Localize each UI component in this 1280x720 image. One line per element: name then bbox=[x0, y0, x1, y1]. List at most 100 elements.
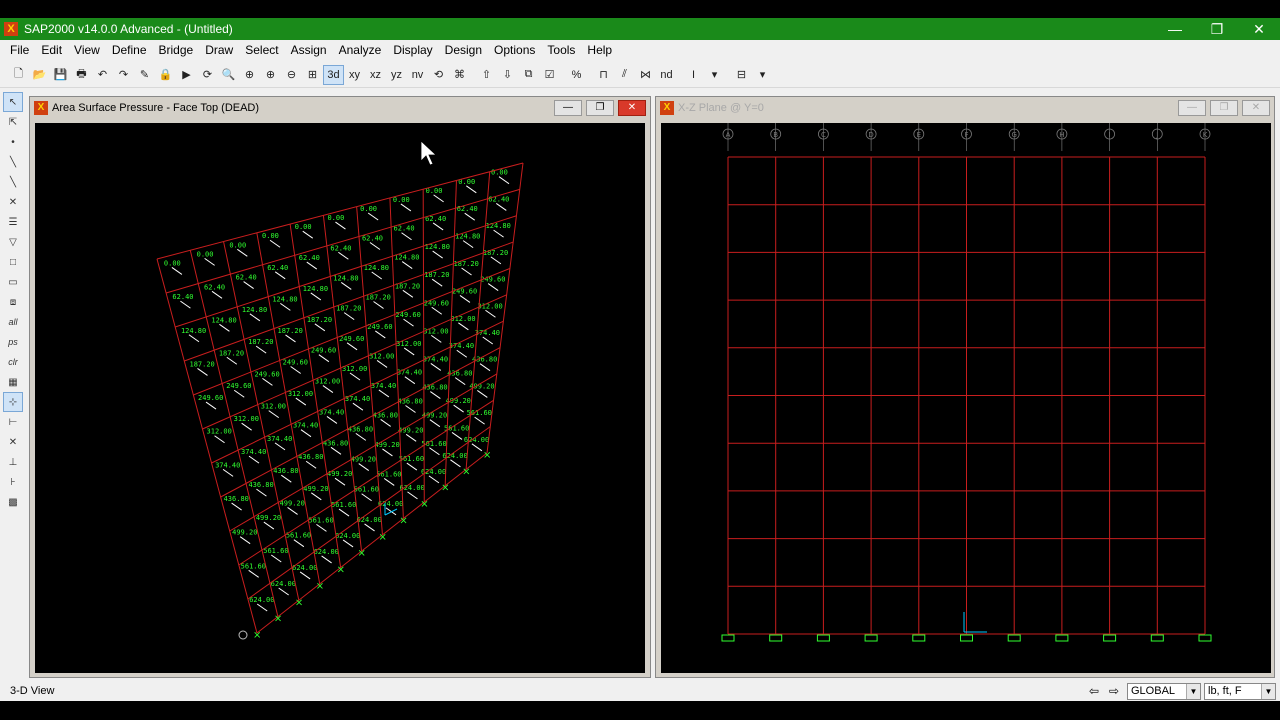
quick-frame-icon[interactable]: ╲ bbox=[3, 172, 23, 192]
run-analysis-icon[interactable]: ▶ bbox=[176, 65, 197, 85]
support-marker: ⨯ bbox=[253, 630, 261, 641]
arrow-down-icon[interactable]: ⇩ bbox=[497, 65, 518, 85]
select-region-icon[interactable]: ⧉ bbox=[518, 65, 539, 85]
pressure-label: 624.00 bbox=[357, 516, 382, 524]
pointer-icon[interactable]: ↖ bbox=[3, 92, 23, 112]
quick-brace-icon[interactable]: ✕ bbox=[3, 192, 23, 212]
pressure-label: 499.20 bbox=[398, 426, 423, 434]
draw-poly-area-icon[interactable]: ▽ bbox=[3, 232, 23, 252]
draw-point-icon[interactable]: • bbox=[3, 132, 23, 152]
minimize-button[interactable]: — bbox=[1154, 21, 1196, 37]
pane-close-button[interactable]: ✕ bbox=[1242, 100, 1270, 116]
menu-define[interactable]: Define bbox=[106, 43, 153, 57]
percent-icon[interactable]: % bbox=[566, 65, 587, 85]
display-icon[interactable]: ⊟ bbox=[731, 65, 752, 85]
draw-rect-area-icon[interactable]: □ bbox=[3, 252, 23, 272]
checkbox-icon[interactable]: ☑ bbox=[539, 65, 560, 85]
menu-bridge[interactable]: Bridge bbox=[153, 43, 200, 57]
pressure-arrow bbox=[255, 345, 267, 354]
area-pressure-window[interactable]: X Area Surface Pressure - Face Top (DEAD… bbox=[29, 96, 651, 678]
dropdown-icon[interactable]: ▾ bbox=[752, 65, 773, 85]
zoom-full-icon[interactable]: ⊕ bbox=[239, 65, 260, 85]
support-marker: ⨯ bbox=[399, 515, 407, 526]
snap-fine-grid-icon[interactable]: ▩ bbox=[3, 492, 23, 512]
pencil-icon[interactable]: ✎ bbox=[134, 65, 155, 85]
pressure-label: 436.80 bbox=[298, 453, 323, 461]
print-icon[interactable]: 🖶 bbox=[71, 65, 92, 85]
undo-icon[interactable]: ↶ bbox=[92, 65, 113, 85]
menu-analyze[interactable]: Analyze bbox=[333, 43, 388, 57]
units-select[interactable]: lb, ft, F ▼ bbox=[1204, 682, 1276, 700]
next-arrow-icon[interactable]: ⇨ bbox=[1104, 682, 1124, 700]
xz-plane-window-titlebar[interactable]: X X-Z Plane @ Y=0 — ❐ ✕ bbox=[656, 97, 1274, 119]
arrow-up-icon[interactable]: ⇧ bbox=[476, 65, 497, 85]
refresh-icon[interactable]: ⟳ bbox=[197, 65, 218, 85]
xz-plane-canvas[interactable]: A B C D E F G H I J K bbox=[661, 123, 1271, 673]
snap-intersection-icon[interactable]: ✕ bbox=[3, 432, 23, 452]
draw-frame-icon[interactable]: ╲ bbox=[3, 152, 23, 172]
view-3d-button[interactable]: 3d bbox=[323, 64, 344, 85]
truss-icon[interactable]: ⋈ bbox=[635, 65, 656, 85]
xz-plane-window[interactable]: X X-Z Plane @ Y=0 — ❐ ✕ A B C D E F G H I J K bbox=[655, 96, 1275, 678]
restore-button[interactable]: ❐ bbox=[1196, 21, 1238, 38]
menu-draw[interactable]: Draw bbox=[199, 43, 239, 57]
view-xy-button[interactable]: xy bbox=[344, 65, 365, 85]
snap-joints-icon[interactable]: ⊹ bbox=[3, 392, 23, 412]
frame-icon[interactable]: ⊓ bbox=[593, 65, 614, 85]
select-all-button[interactable]: all bbox=[3, 312, 23, 332]
previous-arrow-icon[interactable]: ⇦ bbox=[1084, 682, 1104, 700]
menu-help[interactable]: Help bbox=[581, 43, 618, 57]
coordinate-system-select[interactable]: GLOBAL ▼ bbox=[1127, 682, 1201, 700]
area-pressure-window-titlebar[interactable]: X Area Surface Pressure - Face Top (DEAD… bbox=[30, 97, 650, 119]
dropdown-icon[interactable]: ▾ bbox=[704, 65, 725, 85]
snap-midpoint-icon[interactable]: ⊢ bbox=[3, 412, 23, 432]
previous-selection-button[interactable]: ps bbox=[3, 332, 23, 352]
menu-display[interactable]: Display bbox=[387, 43, 438, 57]
section-icon[interactable]: I bbox=[683, 65, 704, 85]
zoom-window-icon[interactable]: 🔍 bbox=[218, 65, 239, 85]
pane-maximize-button[interactable]: ❐ bbox=[586, 100, 614, 116]
open-folder-icon[interactable]: 📂 bbox=[29, 65, 50, 85]
pane-maximize-button[interactable]: ❐ bbox=[1210, 100, 1238, 116]
snap-lines-icon[interactable]: ⊦ bbox=[3, 472, 23, 492]
save-icon[interactable]: 💾 bbox=[50, 65, 71, 85]
rotate-view-icon[interactable]: ⟲ bbox=[428, 65, 449, 85]
snap-perpendicular-icon[interactable]: ⊥ bbox=[3, 452, 23, 472]
perspective-icon[interactable]: ⌘ bbox=[449, 65, 470, 85]
pan-icon[interactable]: ⊞ bbox=[302, 65, 323, 85]
menu-options[interactable]: Options bbox=[488, 43, 541, 57]
pressure-label: 0.00 bbox=[229, 241, 246, 249]
pane-minimize-button[interactable]: — bbox=[1178, 100, 1206, 116]
pane-close-button[interactable]: ✕ bbox=[618, 100, 646, 116]
brace-icon[interactable]: ⫽ bbox=[614, 65, 635, 85]
quick-area-icon[interactable]: ▭ bbox=[3, 272, 23, 292]
clear-selection-button[interactable]: clr bbox=[3, 352, 23, 372]
view-yz-button[interactable]: yz bbox=[386, 65, 407, 85]
view-xz-button[interactable]: xz bbox=[365, 65, 386, 85]
intersecting-line-icon[interactable]: ▦ bbox=[3, 372, 23, 392]
nd-button[interactable]: nd bbox=[656, 65, 677, 85]
view-nv-button[interactable]: nv bbox=[407, 65, 428, 85]
zoom-out-icon[interactable]: ⊖ bbox=[281, 65, 302, 85]
pressure-label: 0.00 bbox=[491, 169, 508, 177]
new-file-icon[interactable]: 🗋 bbox=[8, 65, 29, 85]
pane-minimize-button[interactable]: — bbox=[554, 100, 582, 116]
pressure-label: 62.40 bbox=[299, 254, 320, 262]
lock-icon[interactable]: 🔒 bbox=[155, 65, 176, 85]
menu-edit[interactable]: Edit bbox=[35, 43, 68, 57]
reshape-icon[interactable]: ⇱ bbox=[3, 112, 23, 132]
menu-file[interactable]: File bbox=[4, 43, 35, 57]
pressure-label: 624.00 bbox=[335, 532, 360, 540]
draw-solid-icon[interactable]: ⧈ bbox=[3, 292, 23, 312]
menu-design[interactable]: Design bbox=[439, 43, 488, 57]
zoom-in-icon[interactable]: ⊕ bbox=[260, 65, 281, 85]
redo-icon[interactable]: ↷ bbox=[113, 65, 134, 85]
pressure-arrow bbox=[222, 468, 234, 477]
menu-assign[interactable]: Assign bbox=[285, 43, 333, 57]
close-button[interactable]: ✕ bbox=[1238, 21, 1280, 38]
3d-view-canvas[interactable]: 0.0062.40124.80187.20249.60312.00374.404… bbox=[35, 123, 645, 673]
menu-view[interactable]: View bbox=[68, 43, 106, 57]
menu-tools[interactable]: Tools bbox=[541, 43, 581, 57]
draw-link-icon[interactable]: ☰ bbox=[3, 212, 23, 232]
menu-select[interactable]: Select bbox=[239, 43, 284, 57]
